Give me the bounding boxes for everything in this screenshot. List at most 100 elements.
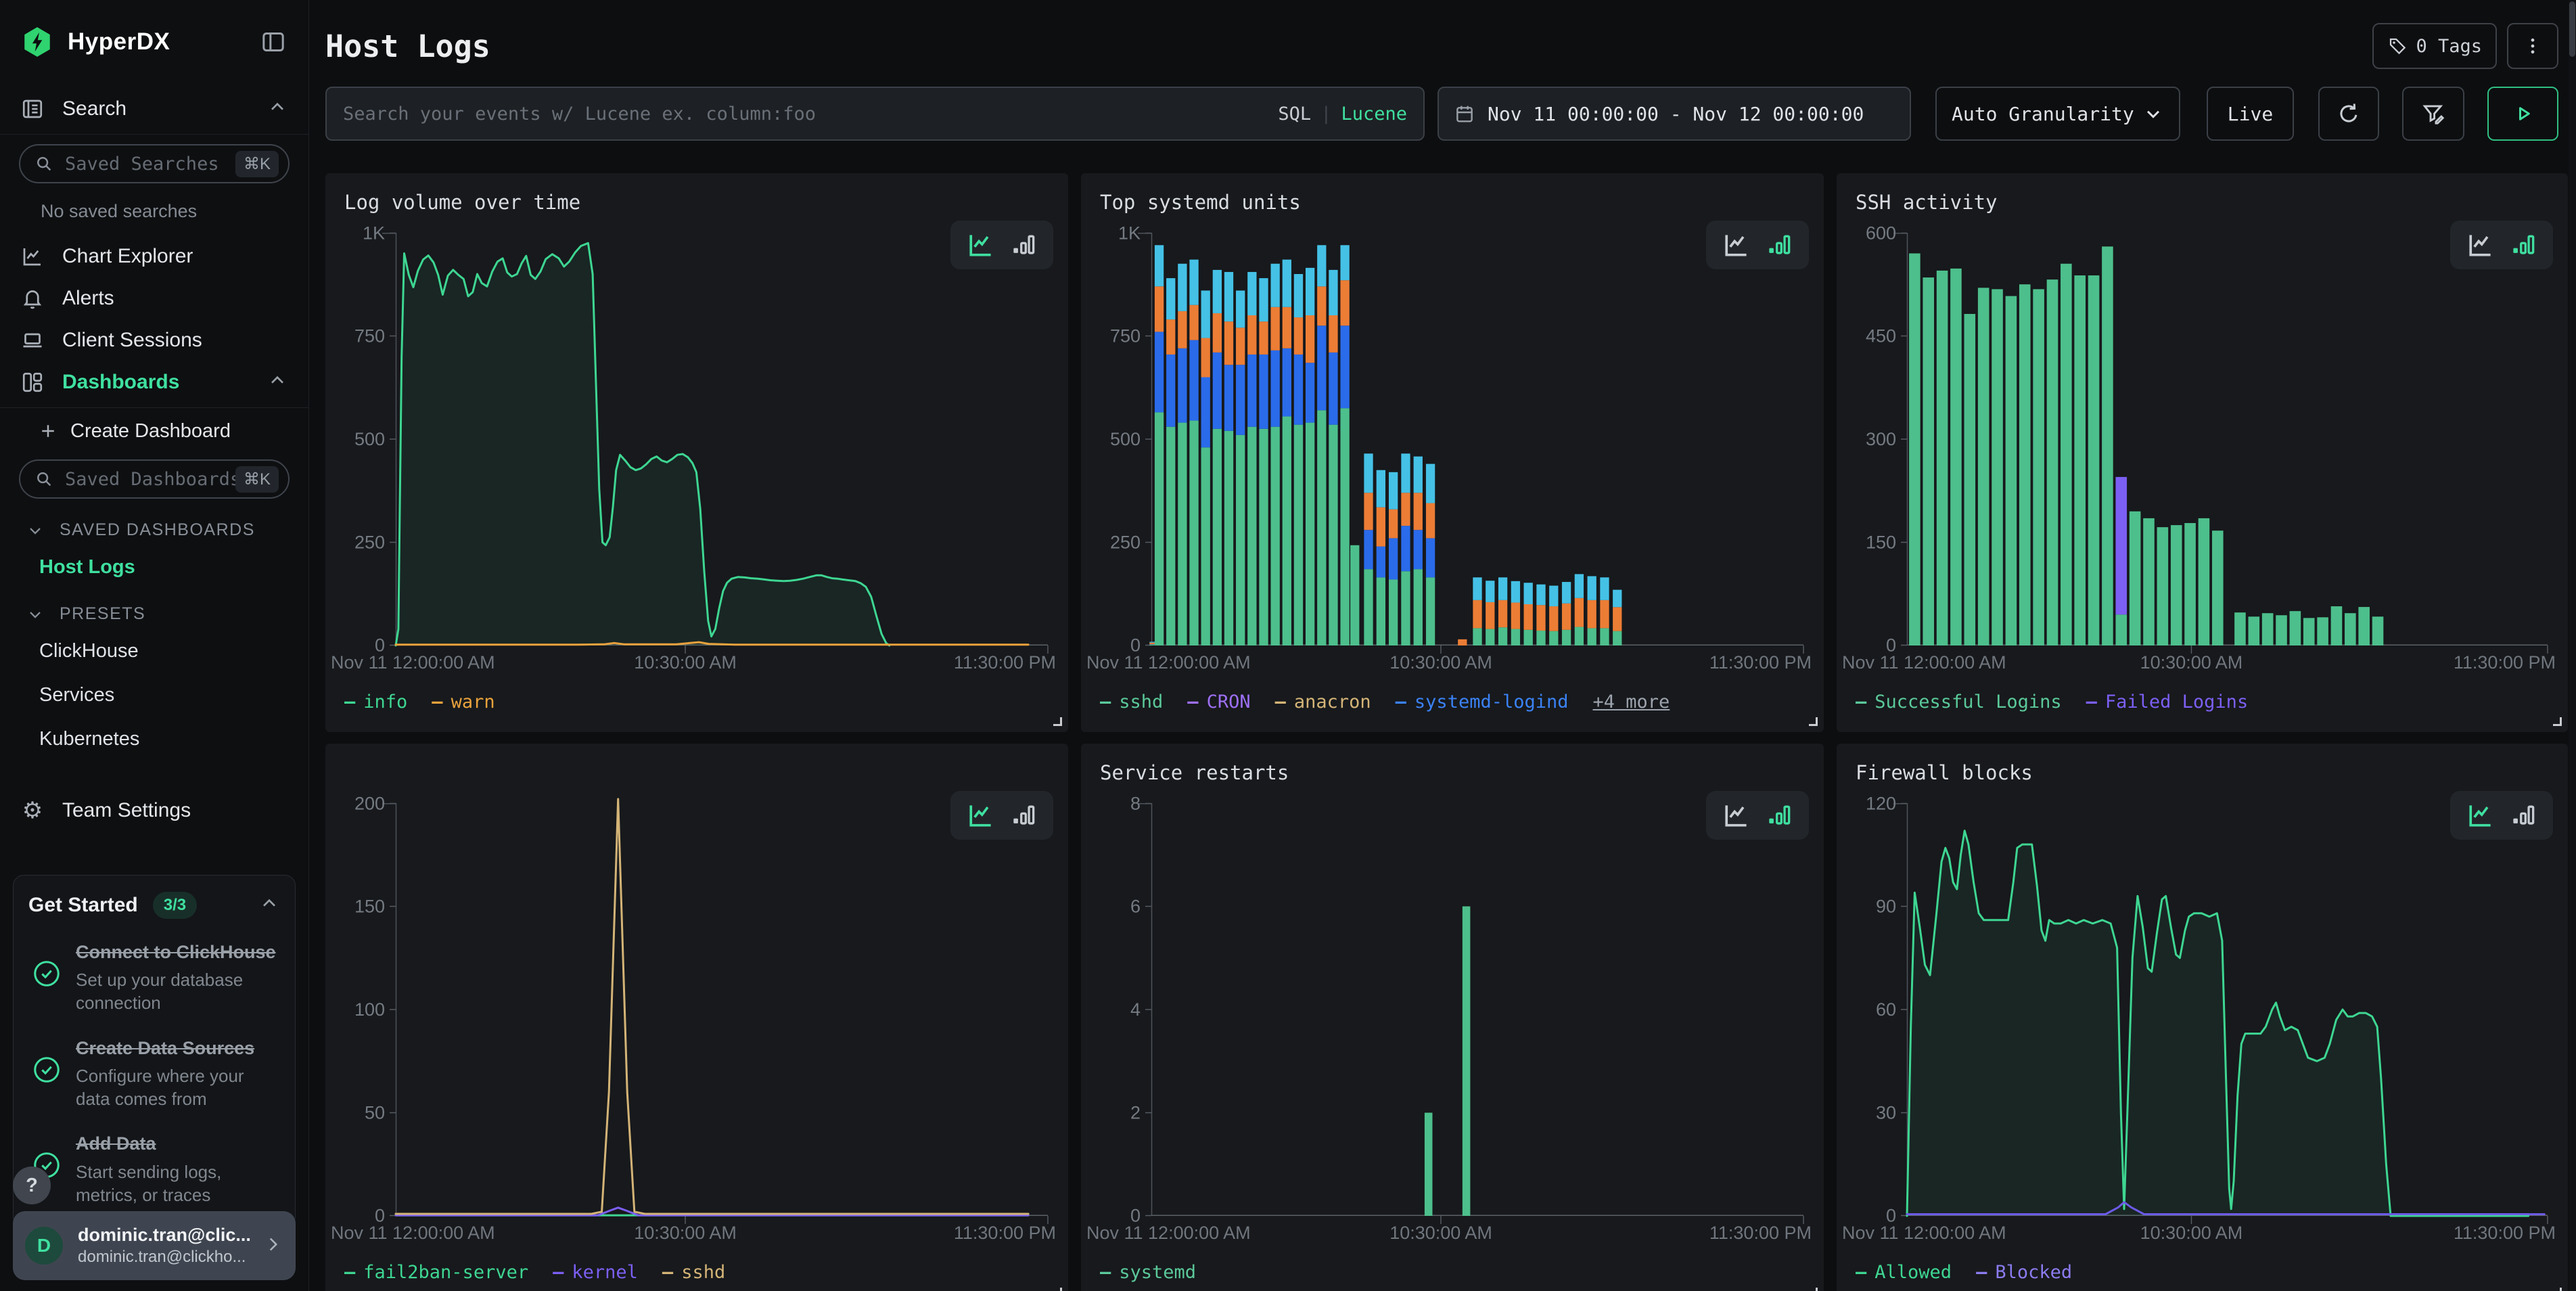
get-started-step-connect[interactable]: Connect to ClickHouse Set up your databa… (28, 941, 280, 1015)
magnifier-icon (34, 154, 54, 174)
chart-plot-area: 0306090120 (1837, 803, 2568, 1216)
bar-view-icon[interactable] (1009, 800, 1038, 830)
legend-item[interactable]: —systemd-logind (1396, 692, 1569, 712)
sidebar-item-search[interactable]: Search (0, 88, 308, 130)
scrollbar-thumb[interactable] (2569, 1, 2575, 57)
presets-section-header[interactable]: PRESETS (0, 589, 308, 629)
tags-button[interactable]: 0 Tags (2372, 23, 2497, 69)
chart-title: Top systemd units (1081, 173, 1824, 214)
chart-title: SSH activity (1837, 173, 2568, 214)
step-desc: Configure where your data comes from (76, 1064, 280, 1111)
bar-view-icon[interactable] (1009, 230, 1038, 260)
legend-item[interactable]: —Allowed (1856, 1262, 1952, 1283)
svg-text:2: 2 (1130, 1103, 1141, 1123)
get-started-step-sources[interactable]: Create Data Sources Configure where your… (28, 1037, 280, 1111)
x-tick-label: 11:30:00 PM (954, 1223, 1056, 1244)
granularity-select[interactable]: Auto Granularity (1935, 87, 2180, 141)
saved-searches-field[interactable] (65, 154, 235, 175)
panel-resize-handle[interactable] (1809, 1288, 1818, 1291)
legend-item[interactable]: —Failed Logins (2086, 692, 2249, 712)
run-query-button[interactable] (2487, 87, 2558, 141)
chart-view-toggle (1706, 221, 1809, 269)
sql-mode-button[interactable]: SQL (1278, 104, 1311, 124)
main-content: Host Logs 0 Tags SQL (309, 0, 2576, 1291)
legend-item[interactable]: —Successful Logins (1856, 692, 2062, 712)
bar-view-icon[interactable] (2508, 230, 2538, 260)
chart-view-toggle (950, 791, 1053, 840)
help-button[interactable]: ? (13, 1167, 51, 1204)
svg-text:50: 50 (365, 1103, 385, 1123)
x-tick-label: 10:30:00 AM (1389, 1223, 1492, 1244)
chevron-up-icon (267, 97, 288, 122)
bar-view-icon[interactable] (1764, 800, 1794, 830)
chevron-up-icon[interactable] (258, 893, 280, 918)
sidebar-item-services[interactable]: Services (0, 673, 308, 717)
x-tick-label: 11:30:00 PM (2454, 652, 2556, 673)
saved-dashboards-field[interactable] (65, 469, 235, 490)
sidebar-collapse-icon[interactable] (258, 27, 288, 57)
legend-item[interactable]: —sshd (1100, 692, 1163, 712)
panel-resize-handle[interactable] (2553, 1288, 2562, 1291)
tag-icon (2387, 36, 2408, 56)
laptop-icon (20, 328, 45, 353)
legend-more-link[interactable]: +4 more (1593, 692, 1670, 712)
sidebar-item-chart-explorer[interactable]: Chart Explorer (0, 235, 308, 277)
svg-text:100: 100 (354, 999, 385, 1020)
sidebar-item-team-settings[interactable]: ⚙ Team Settings (0, 790, 308, 832)
saved-dashboards-section-header[interactable]: SAVED DASHBOARDS (0, 505, 308, 545)
event-search-input[interactable] (343, 104, 1278, 124)
lucene-mode-button[interactable]: Lucene (1341, 104, 1407, 124)
panel-resize-handle[interactable] (1053, 1288, 1062, 1291)
legend-item[interactable]: —sshd (662, 1262, 725, 1283)
create-dashboard-button[interactable]: Create Dashboard (0, 412, 308, 450)
sidebar-item-client-sessions[interactable]: Client Sessions (0, 319, 308, 361)
svg-text:90: 90 (1876, 897, 1896, 917)
legend-item[interactable]: —anacron (1275, 692, 1371, 712)
sidebar-item-host-logs[interactable]: Host Logs (0, 545, 308, 589)
magnifier-icon (34, 469, 54, 489)
legend-item[interactable]: —systemd (1100, 1262, 1196, 1283)
svg-text:300: 300 (1866, 429, 1896, 449)
svg-text:4: 4 (1130, 999, 1141, 1020)
panel-resize-handle[interactable] (2553, 717, 2562, 726)
user-menu[interactable]: D dominic.tran@clic... dominic.tran@clic… (13, 1211, 296, 1280)
kebab-menu-button[interactable] (2507, 23, 2558, 69)
bell-icon (20, 286, 45, 311)
chevron-down-icon (26, 521, 45, 540)
legend-item[interactable]: —Blocked (1976, 1262, 2072, 1283)
chart-plot-area: 050100150200 (325, 803, 1068, 1216)
logo-row: HyperDX (0, 20, 308, 64)
date-range-picker[interactable]: Nov 11 00:00:00 - Nov 12 00:00:00 (1438, 87, 1911, 141)
legend-item[interactable]: —warn (432, 692, 495, 712)
line-view-icon[interactable] (1721, 800, 1751, 830)
sidebar-item-kubernetes[interactable]: Kubernetes (0, 717, 308, 761)
saved-dashboards-input[interactable]: ⌘K (19, 459, 290, 499)
bar-view-icon[interactable] (1764, 230, 1794, 260)
legend-item[interactable]: —CRON (1187, 692, 1250, 712)
legend-item[interactable]: —kernel (553, 1262, 638, 1283)
chart-legend: —sshd —CRON —anacron —systemd-logind +4 more (1100, 692, 1824, 712)
sidebar-item-clickhouse[interactable]: ClickHouse (0, 629, 308, 673)
chart-panel-auth-events: 050100150200Nov 11 12:00:00 AM10:30:00 A… (325, 744, 1068, 1291)
panel-resize-handle[interactable] (1053, 717, 1062, 726)
saved-searches-input[interactable]: ⌘K (19, 144, 290, 183)
panel-resize-handle[interactable] (1809, 717, 1818, 726)
live-button[interactable]: Live (2207, 87, 2294, 141)
line-view-icon[interactable] (965, 230, 995, 260)
chart-panel-top-systemd-units: Top systemd units02505007501KNov 11 12:0… (1081, 173, 1824, 732)
sidebar-item-dashboards[interactable]: Dashboards (0, 361, 308, 403)
line-view-icon[interactable] (1721, 230, 1751, 260)
legend-item[interactable]: —fail2ban-server (344, 1262, 528, 1283)
filter-button[interactable] (2402, 87, 2464, 141)
section-label: SAVED DASHBOARDS (60, 520, 255, 540)
legend-item[interactable]: —info (344, 692, 407, 712)
bar-view-icon[interactable] (2508, 800, 2538, 830)
get-started-step-add-data[interactable]: Add Data Start sending logs, metrics, or… (28, 1132, 280, 1206)
line-view-icon[interactable] (2465, 800, 2495, 830)
vertical-scrollbar[interactable] (2569, 0, 2576, 1291)
line-view-icon[interactable] (965, 800, 995, 830)
refresh-button[interactable] (2318, 87, 2379, 141)
step-title: Create Data Sources (76, 1037, 280, 1060)
sidebar-item-alerts[interactable]: Alerts (0, 277, 308, 319)
line-view-icon[interactable] (2465, 230, 2495, 260)
